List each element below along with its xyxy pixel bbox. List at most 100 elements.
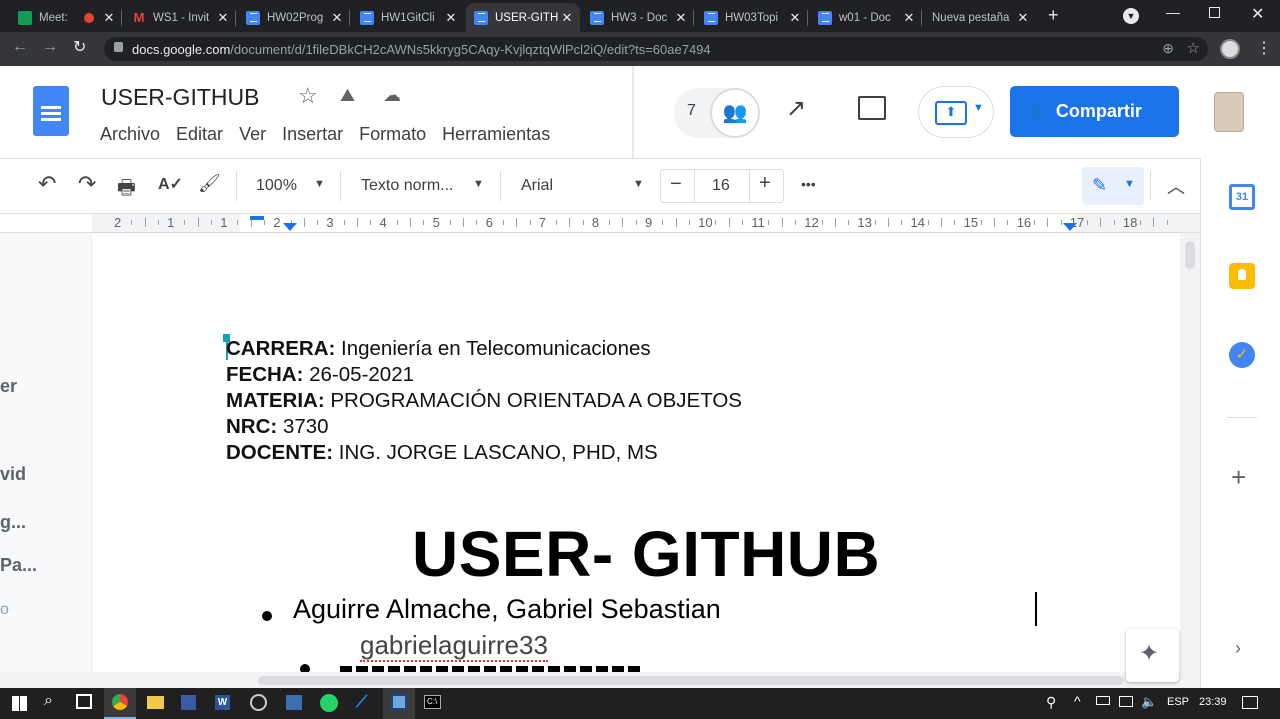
browser-menu-icon[interactable]: ⋮ [1256,38,1272,58]
menu-archivo[interactable]: Archivo [100,124,160,145]
tasks-icon[interactable]: ✓ [1229,342,1255,368]
vertical-scrollbar[interactable] [1180,233,1200,688]
window-close-button[interactable]: ✕ [1251,4,1264,24]
viewers-group[interactable]: 7 👥 [674,88,760,138]
move-to-drive-icon[interactable]: ⛰ [340,85,355,106]
back-icon[interactable]: ← [12,38,28,56]
document-title[interactable]: USER-GITHUB [101,84,259,111]
save-app-icon[interactable] [181,695,196,710]
outline-item[interactable]: er [0,376,17,397]
print-icon[interactable]: 🖶 [117,173,136,207]
scroll-thumb[interactable] [1185,241,1195,269]
notifications-icon[interactable] [1242,696,1258,709]
cloud-status-icon[interactable]: ☁ [383,85,401,106]
chevron-right-icon[interactable]: › [1235,638,1241,659]
font-size-input[interactable]: 16 [712,177,730,195]
comments-icon[interactable] [858,96,886,120]
chrome-taskbar-button[interactable] [104,688,136,719]
profile-avatar[interactable] [1220,39,1240,59]
right-indent-handle[interactable] [1063,223,1077,231]
virtualbox-taskbar-button[interactable] [383,688,415,719]
task-view-icon[interactable] [76,694,92,709]
menu-herramientas[interactable]: Herramientas [442,124,550,145]
decrease-font-size-button[interactable]: − [670,173,682,196]
account-avatar[interactable] [1214,92,1244,132]
editing-mode-button[interactable]: ✎ ▼ [1082,167,1144,205]
people-icon[interactable]: ⚲ [1046,694,1056,711]
menu-ver[interactable]: Ver [239,124,266,145]
chevron-down-icon[interactable]: ▼ [633,178,644,190]
outline-item[interactable]: Pa... [0,555,37,576]
redo-icon[interactable]: ↷ [78,171,96,197]
explore-button[interactable]: ✦ [1126,629,1179,682]
word-icon[interactable]: W [215,695,230,710]
paragraph-style-select[interactable]: Texto norm... [361,177,453,195]
keep-icon[interactable] [1229,263,1255,289]
close-icon[interactable]: ✕ [328,10,346,26]
terminal-icon[interactable]: C:\ [424,695,441,709]
close-icon[interactable]: ✕ [900,10,918,26]
tab-hw03[interactable]: HW03Topi ✕ [696,3,808,32]
tab-user-github[interactable]: USER-GITH ✕ [466,3,580,32]
close-icon[interactable]: ✕ [214,10,232,26]
outline-item[interactable]: vid [0,464,26,485]
paint-format-icon[interactable]: 🖌 [198,173,221,194]
close-icon[interactable]: ✕ [558,10,576,26]
undo-icon[interactable]: ↶ [38,171,56,197]
activity-trend-icon[interactable]: ↗ [786,94,806,123]
menu-insertar[interactable]: Insertar [282,124,343,145]
windows-start-icon[interactable] [12,696,27,711]
vscode-icon[interactable]: ⟋ [356,694,367,712]
menu-editar[interactable]: Editar [176,124,223,145]
bookmark-star-icon[interactable]: ☆ [1187,39,1200,57]
file-explorer-icon[interactable] [147,696,164,709]
photos-icon[interactable] [286,695,302,710]
hscroll-thumb[interactable] [258,676,1124,685]
chevron-down-icon[interactable]: ▼ [314,178,325,190]
close-icon[interactable]: ✕ [1014,10,1032,26]
tab-new[interactable]: Nueva pestaña ✕ [924,3,1036,32]
close-icon[interactable]: ✕ [442,10,460,26]
tab-hw02[interactable]: HW02Prog ✕ [238,3,350,32]
menu-formato[interactable]: Formato [359,124,426,145]
minimize-button[interactable]: — [1166,4,1180,20]
address-bar[interactable]: docs.google.com/document/d/1fileDBkCH2cA… [104,37,1208,61]
tab-w01[interactable]: w01 - Doc ✕ [810,3,922,32]
tab-ws1[interactable]: M WS1 - Invit ✕ [124,3,236,32]
zoom-select[interactable]: 100% [256,177,297,195]
new-tab-button[interactable]: + [1048,5,1059,26]
close-icon[interactable]: ✕ [672,10,690,26]
increase-font-size-button[interactable]: + [759,172,771,195]
outline-item[interactable]: o [0,601,9,619]
network-icon[interactable] [1119,696,1133,707]
search-icon[interactable]: ⌕ [44,692,53,710]
first-line-indent-handle[interactable] [250,216,264,220]
collapse-menus-icon[interactable]: ︿ [1167,173,1185,199]
battery-icon[interactable] [1096,696,1110,705]
present-button[interactable]: ⬆ ▼ [918,86,994,138]
close-icon[interactable]: ✕ [786,10,804,26]
outline-item[interactable]: g... [0,512,26,533]
add-addon-icon[interactable]: + [1231,462,1246,493]
tab-hw1[interactable]: HW1GitCli ✕ [352,3,464,32]
star-icon[interactable]: ☆ [298,83,318,109]
close-icon[interactable]: ✕ [100,10,118,26]
forward-icon[interactable]: → [42,38,58,56]
share-button[interactable]: 👤 Compartir [1010,86,1179,137]
zoom-icon[interactable]: ⊕ [1162,40,1174,57]
spellcheck-icon[interactable]: A✓ [158,174,183,194]
clock[interactable]: 23:39 [1199,696,1227,708]
tab-search-icon[interactable]: ▼ [1123,8,1139,24]
horizontal-scrollbar[interactable] [0,672,1200,688]
font-select[interactable]: Arial [521,177,553,195]
input-language[interactable]: ESP [1167,696,1189,708]
tab-meet[interactable]: Meet: ✕ [10,3,122,32]
tray-chevron-icon[interactable]: ^ [1074,693,1081,709]
volume-icon[interactable]: 🔈 [1141,694,1157,710]
app-icon[interactable] [250,694,267,711]
tab-hw3[interactable]: HW3 - Doc ✕ [582,3,694,32]
reload-icon[interactable]: ↻ [73,37,86,57]
whatsapp-icon[interactable] [320,694,338,712]
more-options-icon[interactable]: ••• [801,176,816,192]
maximize-button[interactable] [1209,7,1220,18]
